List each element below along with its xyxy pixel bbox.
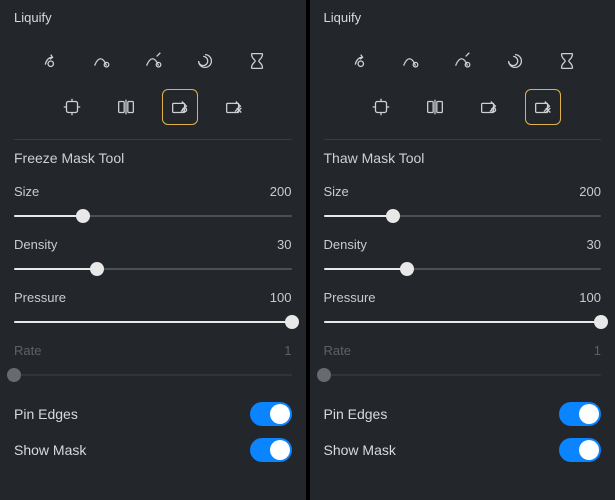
tool-smooth[interactable]: [135, 43, 171, 79]
panel-title: Liquify: [324, 10, 602, 25]
tool-twirl[interactable]: [187, 43, 223, 79]
show-mask-row: Show Mask: [14, 432, 292, 468]
slider-rate: Rate 1: [324, 343, 602, 390]
tool-row-1: [324, 43, 602, 79]
slider-rate-label: Rate: [324, 343, 351, 358]
tool-smooth[interactable]: [444, 43, 480, 79]
section-title: Thaw Mask Tool: [324, 150, 602, 166]
pin-edges-toggle[interactable]: [250, 402, 292, 426]
pin-edges-row: Pin Edges: [324, 396, 602, 432]
liquify-panel-right: Liquify: [310, 0, 615, 500]
slider-density-value: 30: [587, 237, 601, 252]
slider-pressure-value: 100: [270, 290, 292, 305]
show-mask-toggle[interactable]: [559, 438, 601, 462]
tool-reconstruct[interactable]: [83, 43, 119, 79]
tool-pucker[interactable]: [54, 89, 90, 125]
slider-size-value: 200: [579, 184, 601, 199]
liquify-panel-left: Liquify: [0, 0, 306, 500]
divider: [324, 139, 602, 140]
slider-density-value: 30: [277, 237, 291, 252]
tool-freeze-mask[interactable]: [162, 89, 198, 125]
slider-density-label: Density: [324, 237, 367, 252]
tool-bloat[interactable]: [239, 43, 275, 79]
tool-mirror[interactable]: [417, 89, 453, 125]
panel-title: Liquify: [14, 10, 292, 25]
divider: [14, 139, 292, 140]
tool-thaw-mask[interactable]: [216, 89, 252, 125]
slider-density[interactable]: Density 30: [14, 237, 292, 284]
slider-rate-value: 1: [594, 343, 601, 358]
slider-size[interactable]: Size 200: [14, 184, 292, 231]
show-mask-toggle[interactable]: [250, 438, 292, 462]
slider-size-label: Size: [324, 184, 349, 199]
slider-pressure-label: Pressure: [324, 290, 376, 305]
pin-edges-toggle[interactable]: [559, 402, 601, 426]
slider-pressure-value: 100: [579, 290, 601, 305]
tool-mirror[interactable]: [108, 89, 144, 125]
tool-reconstruct[interactable]: [392, 43, 428, 79]
pin-edges-label: Pin Edges: [14, 406, 78, 422]
slider-pressure[interactable]: Pressure 100: [14, 290, 292, 337]
tool-pucker[interactable]: [363, 89, 399, 125]
tool-thaw-mask[interactable]: [525, 89, 561, 125]
slider-rate-label: Rate: [14, 343, 41, 358]
tool-twirl[interactable]: [497, 43, 533, 79]
slider-rate-value: 1: [284, 343, 291, 358]
tool-row-2: [324, 89, 602, 125]
slider-size-label: Size: [14, 184, 39, 199]
tool-freeze-mask[interactable]: [471, 89, 507, 125]
slider-rate: Rate 1: [14, 343, 292, 390]
show-mask-label: Show Mask: [14, 442, 86, 458]
slider-density[interactable]: Density 30: [324, 237, 602, 284]
section-title: Freeze Mask Tool: [14, 150, 292, 166]
slider-size[interactable]: Size 200: [324, 184, 602, 231]
slider-size-value: 200: [270, 184, 292, 199]
tool-row-2: [14, 89, 292, 125]
show-mask-row: Show Mask: [324, 432, 602, 468]
tool-row-1: [14, 43, 292, 79]
tool-forward-warp[interactable]: [340, 43, 376, 79]
pin-edges-label: Pin Edges: [324, 406, 388, 422]
slider-pressure[interactable]: Pressure 100: [324, 290, 602, 337]
pin-edges-row: Pin Edges: [14, 396, 292, 432]
show-mask-label: Show Mask: [324, 442, 396, 458]
tool-forward-warp[interactable]: [30, 43, 66, 79]
tool-bloat[interactable]: [549, 43, 585, 79]
slider-pressure-label: Pressure: [14, 290, 66, 305]
slider-density-label: Density: [14, 237, 57, 252]
